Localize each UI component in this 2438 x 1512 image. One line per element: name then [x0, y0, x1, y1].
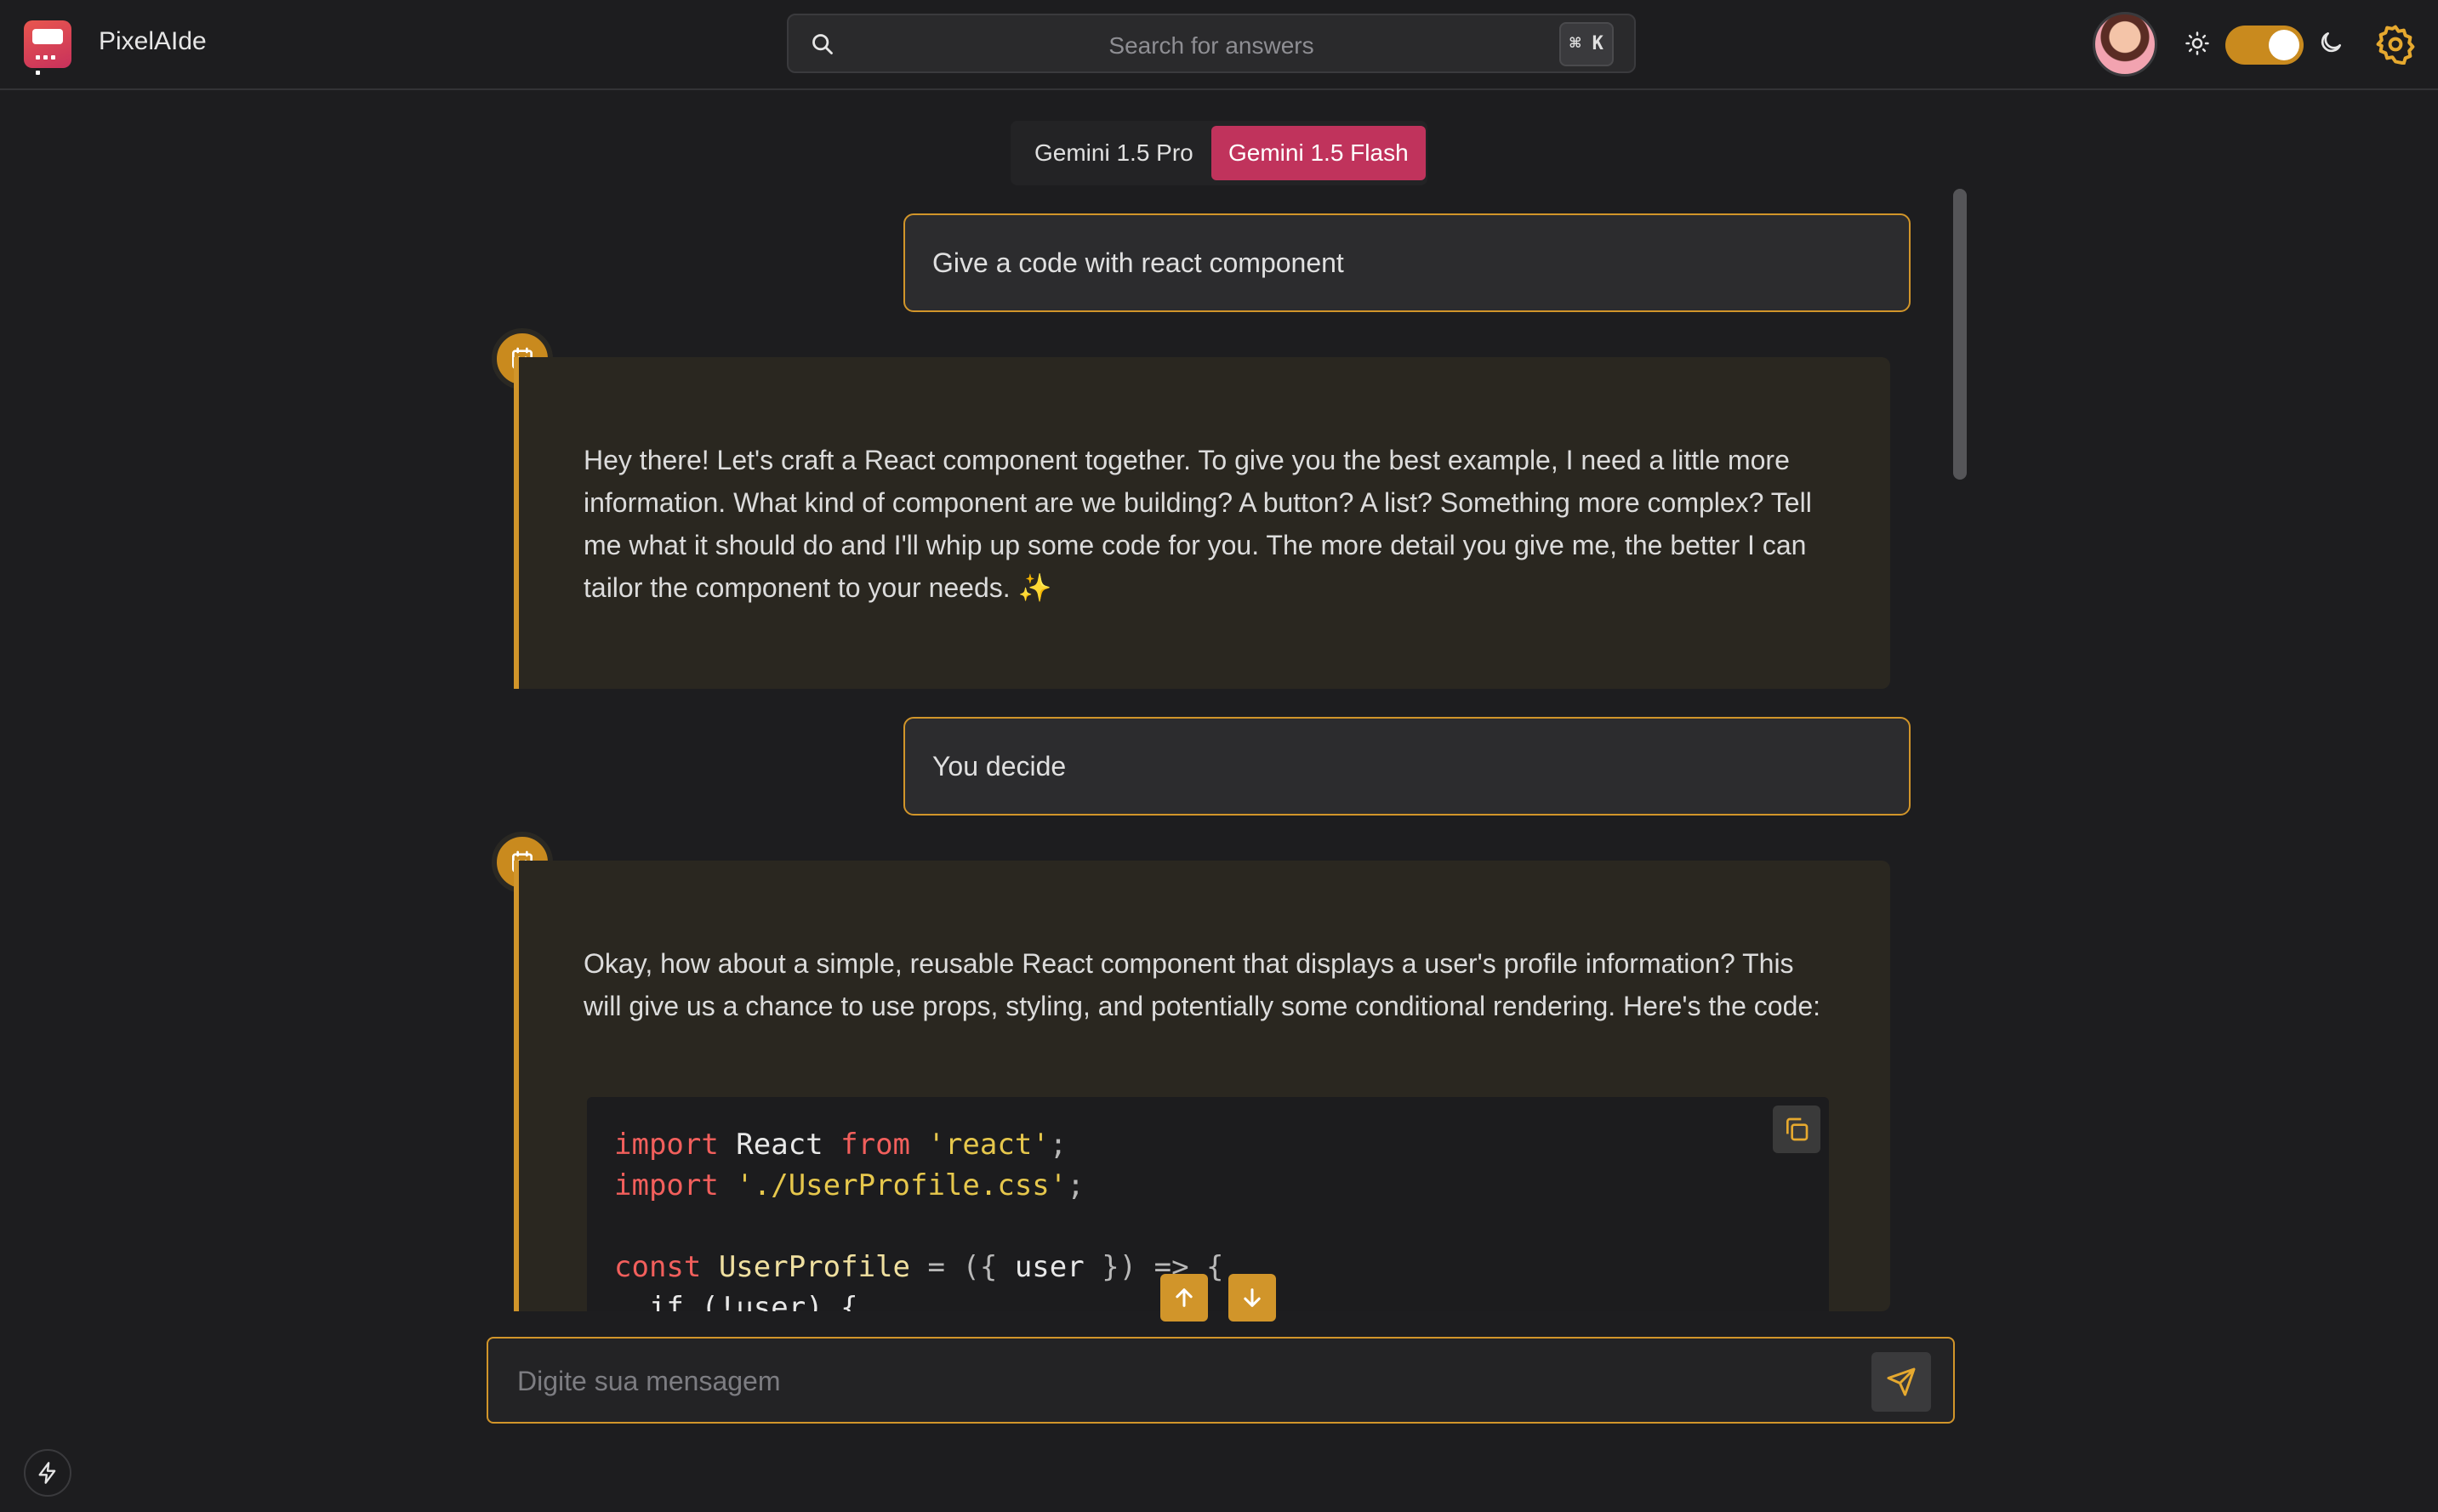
- model-switch: Gemini 1.5 Pro Gemini 1.5 Flash: [1011, 121, 1427, 185]
- message-input[interactable]: Digite sua mensagem: [487, 1337, 1955, 1424]
- theme-toggle[interactable]: [2225, 26, 2304, 65]
- sun-icon: [2185, 31, 2209, 55]
- app-name: PixelAIde: [99, 27, 207, 55]
- bolt-button[interactable]: [24, 1449, 71, 1497]
- gear-icon[interactable]: [2375, 24, 2416, 65]
- code-line-3: const UserProfile = ({ user }) => {: [614, 1250, 1224, 1284]
- code-line-4: if (!user) {: [614, 1291, 858, 1311]
- moon-icon: [2321, 32, 2341, 53]
- message-input-placeholder: Digite sua mensagem: [517, 1366, 781, 1396]
- scroll-down-button[interactable]: [1228, 1274, 1276, 1322]
- assistant-message-text: Hey there! Let's craft a React component…: [584, 445, 1812, 603]
- model-option-flash[interactable]: Gemini 1.5 Flash: [1211, 126, 1426, 180]
- arrow-up-icon: [1176, 1288, 1193, 1307]
- code-block: import React from 'react'; import './Use…: [587, 1097, 1829, 1311]
- assistant-message-text: Okay, how about a simple, reusable React…: [584, 948, 1821, 1021]
- user-message: You decide: [903, 717, 1911, 816]
- top-bar: PixelAIde Search for answers ⌘ K: [0, 0, 2438, 90]
- assistant-message: Okay, how about a simple, reusable React…: [514, 861, 1890, 1311]
- code-line-1: import React from 'react';: [614, 1128, 1068, 1162]
- code-line-2: import './UserProfile.css';: [614, 1168, 1085, 1202]
- copy-icon: [1786, 1117, 1809, 1141]
- model-option-pro[interactable]: Gemini 1.5 Pro: [1017, 126, 1210, 180]
- logo-icon[interactable]: [24, 20, 71, 75]
- scroll-up-button[interactable]: [1160, 1274, 1208, 1322]
- copy-code-button[interactable]: [1773, 1106, 1820, 1153]
- arrow-down-icon: [1244, 1288, 1261, 1307]
- send-button[interactable]: [1871, 1352, 1931, 1412]
- user-message: Give a code with react component: [903, 213, 1911, 312]
- assistant-message: Hey there! Let's craft a React component…: [514, 357, 1890, 689]
- avatar[interactable]: [2093, 12, 2157, 77]
- search-input[interactable]: Search for answers ⌘ K: [787, 14, 1636, 73]
- send-icon: [1887, 1367, 1916, 1396]
- scrollbar[interactable]: [1953, 189, 1967, 480]
- search-placeholder: Search for answers: [1108, 32, 1314, 59]
- search-shortcut: ⌘ K: [1559, 22, 1614, 66]
- bolt-icon: [38, 1462, 56, 1484]
